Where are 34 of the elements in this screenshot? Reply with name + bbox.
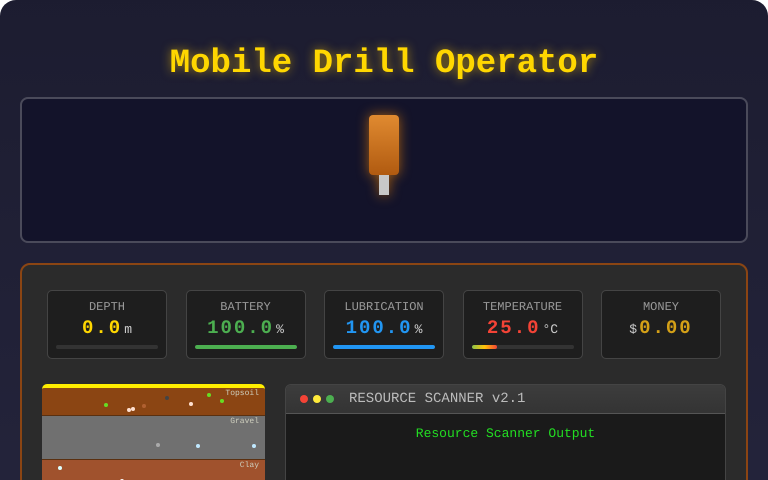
gauge-value: 25.0 [486, 317, 540, 339]
gauge-unit: °C [542, 322, 558, 337]
layer-label: Gravel [230, 417, 259, 426]
ore-dot-icon [156, 442, 160, 447]
gauge-unit: m [124, 322, 132, 337]
close-dot-icon[interactable] [300, 395, 308, 403]
ore-dot-icon [196, 444, 200, 448]
ore-dot-icon [142, 404, 146, 408]
gauge-label: LUBRICATION [344, 300, 424, 314]
app-title: Mobile Drill Operator [168, 44, 600, 84]
currency-symbol: $ [629, 322, 638, 337]
gauge-value: 0.00 [639, 317, 693, 339]
maximize-dot-icon[interactable] [326, 395, 334, 403]
gauge-label: DEPTH [88, 300, 125, 314]
scanner-title: RESOURCE SCANNER v2.1 [349, 391, 526, 407]
gauge-unit: % [276, 322, 284, 337]
gauge-value: 100.0 [207, 317, 274, 339]
ore-dot-icon [220, 398, 224, 403]
ore-dot-icon [252, 444, 256, 448]
layer-label: Clay [240, 461, 259, 470]
gauge-label: MONEY [642, 300, 679, 314]
gauge-unit: % [414, 322, 422, 337]
gauge-label: TEMPERATURE [482, 300, 562, 314]
ore-dot-icon [207, 393, 212, 398]
ore-dot-icon [58, 466, 62, 470]
gauge-label: BATTERY [220, 300, 271, 314]
gauge-value: 0.0 [82, 317, 122, 339]
ore-dot-icon [189, 402, 194, 406]
ore-dot-icon [104, 402, 108, 407]
layer-label: Topsoil [225, 389, 259, 398]
minimize-dot-icon[interactable] [313, 395, 321, 403]
scanner-output-heading: Resource Scanner Output [414, 426, 596, 441]
ore-dot-icon [164, 396, 169, 400]
gauge-value: 100.0 [346, 317, 413, 339]
